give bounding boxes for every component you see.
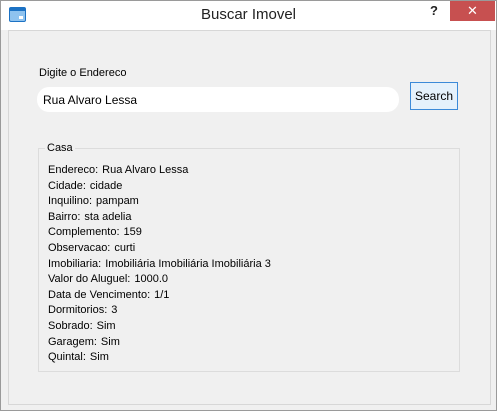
title-bar[interactable]: Buscar Imovel ? ✕	[1, 1, 496, 30]
property-details-list: Endereco: Rua Alvaro Lessa Cidade: cidade …	[48, 163, 271, 366]
field-valor-aluguel: Valor do Aluguel: 1000.0	[48, 273, 169, 286]
result-group-title: Casa	[45, 142, 75, 154]
address-prompt-label: Digite o Endereco	[39, 67, 127, 79]
search-button[interactable]: Search	[410, 82, 458, 110]
close-button[interactable]: ✕	[450, 1, 495, 21]
field-observacao: Observacao: curti	[48, 241, 136, 254]
dialog-window: Buscar Imovel ? ✕ Digite o Endereco Sear…	[0, 0, 497, 411]
close-icon: ✕	[467, 3, 478, 18]
address-input[interactable]	[37, 87, 399, 112]
field-sobrado: Sobrado: Sim	[48, 319, 116, 332]
field-inquilino: Inquilino: pampam	[48, 195, 139, 208]
field-dormitorios: Dormitorios: 3	[48, 304, 118, 317]
field-bairro: Bairro: sta adelia	[48, 210, 132, 223]
field-endereco: Endereco: Rua Alvaro Lessa	[48, 164, 189, 176]
field-garagem: Garagem: Sim	[48, 335, 120, 348]
result-groupbox: Casa Endereco: Rua Alvaro Lessa Cidade: ci…	[38, 142, 460, 372]
field-cidade: Cidade: cidade	[48, 179, 123, 192]
field-imobiliaria: Imobiliaria: Imobiliária Imobiliária Imob…	[48, 257, 271, 270]
field-quintal: Quintal: Sim	[48, 351, 109, 364]
field-data-vencimento: Data de Vencimento: 1/1	[48, 288, 170, 301]
help-button[interactable]: ?	[421, 1, 447, 22]
field-complemento: Complemento: 159	[48, 226, 142, 239]
dialog-content: Digite o Endereco Search Casa Endereco:R…	[8, 30, 491, 405]
